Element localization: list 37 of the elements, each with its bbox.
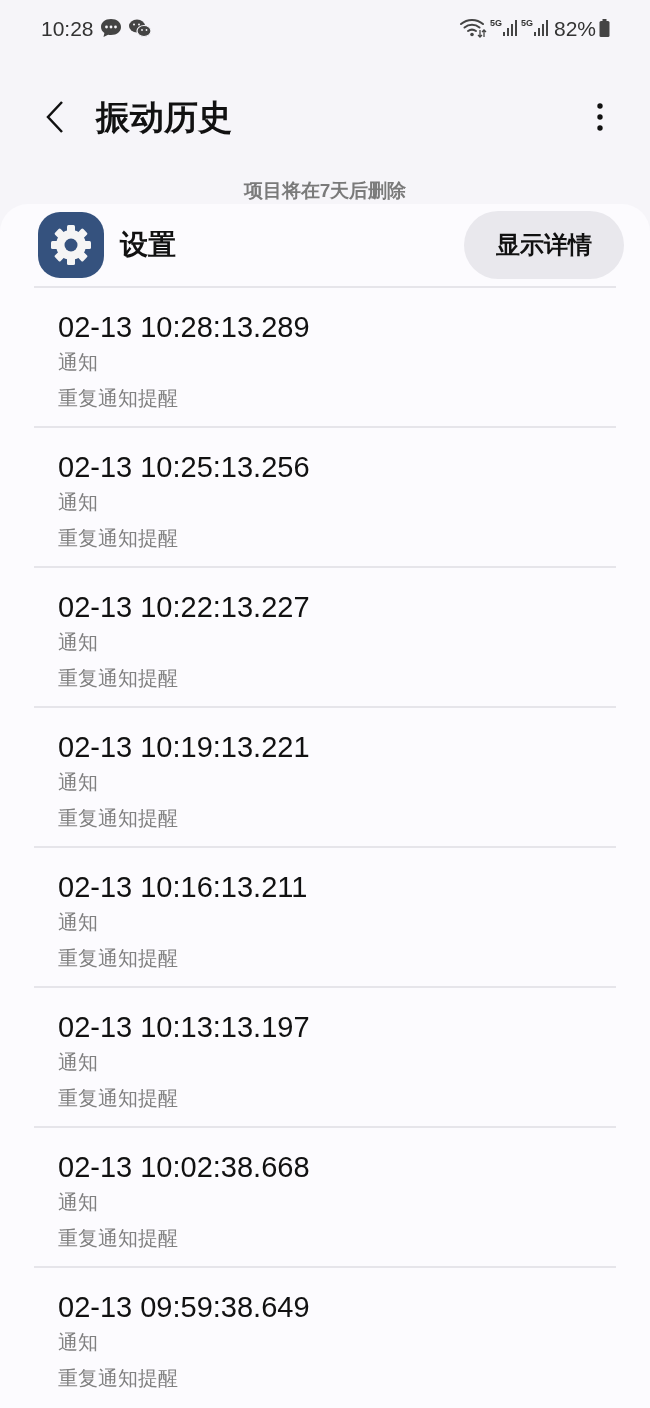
vibration-timestamp: 02-13 10:28:13.289 [58,310,310,344]
vibration-timestamp: 02-13 09:59:38.649 [58,1290,310,1324]
vibration-pattern: 重复通知提醒 [58,1226,178,1251]
vibration-pattern: 重复通知提醒 [58,946,178,971]
vibration-category: 通知 [58,1330,98,1355]
clock: 10:28 [41,15,94,42]
vibration-timestamp: 02-13 10:02:38.668 [58,1150,310,1184]
battery-icon [599,19,610,38]
vibration-category: 通知 [58,770,98,795]
vibration-pattern: 重复通知提醒 [58,1366,178,1391]
page-title: 振动历史 [96,96,233,138]
vibration-category: 通知 [58,350,98,375]
battery-percentage: 82% [553,15,596,42]
vibration-pattern: 重复通知提醒 [58,666,178,691]
vibration-timestamp: 02-13 10:13:13.197 [58,1010,310,1044]
vibration-category: 通知 [58,910,98,935]
more-options-icon [597,103,603,132]
vibration-timestamp: 02-13 10:16:13.211 [58,870,308,904]
vibration-pattern: 重复通知提醒 [58,806,178,831]
vibration-timestamp: 02-13 10:25:13.256 [58,450,310,484]
back-icon [45,100,65,135]
show-details-button[interactable]: 显示详情 [464,211,624,279]
chat-bubbles-icon [127,18,152,39]
vibration-category: 通知 [58,490,98,515]
deletion-notice: 项目将在7天后删除 [243,178,407,203]
vibration-pattern: 重复通知提醒 [58,386,178,411]
vibration-pattern: 重复通知提醒 [58,1086,178,1111]
vibration-category: 通知 [58,1050,98,1075]
vibration-category: 通知 [58,1190,98,1215]
gear-icon [38,212,104,278]
wifi-icon [458,17,487,40]
vibration-pattern: 重复通知提醒 [58,526,178,551]
vibration-timestamp: 02-13 10:19:13.221 [58,730,310,764]
chat-bubble-icon [99,18,122,39]
vibration-category: 通知 [58,630,98,655]
vibration-timestamp: 02-13 10:22:13.227 [58,590,310,624]
app-name: 设置 [120,228,177,262]
